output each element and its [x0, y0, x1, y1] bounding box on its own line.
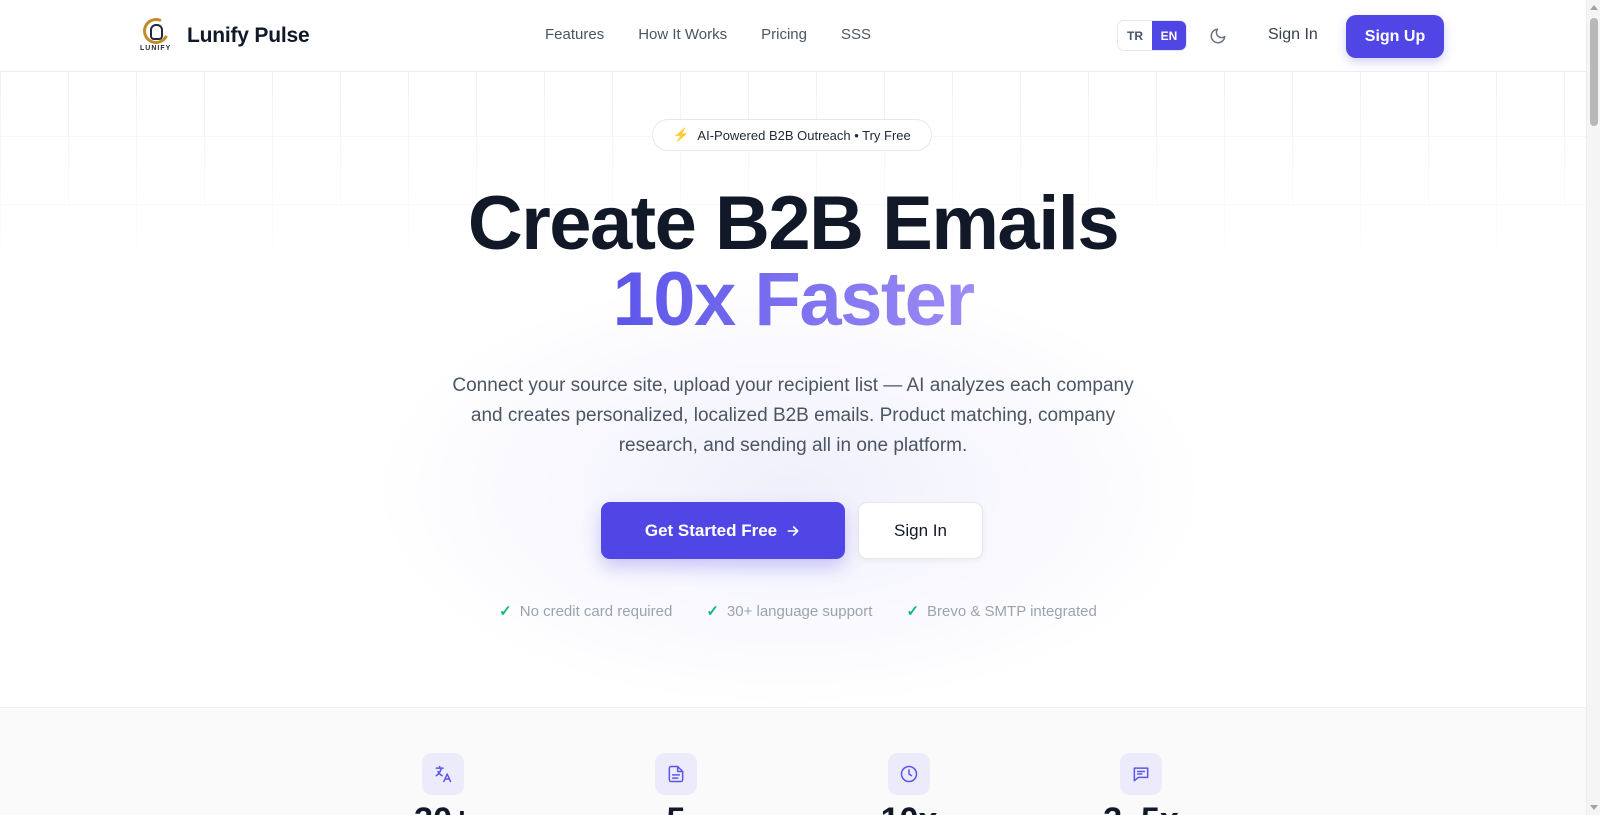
perk-label: No credit card required: [519, 602, 673, 620]
nav-pricing[interactable]: Pricing: [761, 26, 807, 43]
hero-sign-in-button[interactable]: Sign In: [858, 502, 983, 559]
hero-description: Connect your source site, upload your re…: [452, 375, 1134, 456]
hero-title-gradient-text: 10x Faster: [612, 257, 975, 342]
get-started-label: Get Started Free: [644, 520, 778, 540]
stat-value: 3–5x: [1103, 803, 1179, 815]
check-icon: ✓: [906, 603, 920, 620]
header-sign-up-button[interactable]: Sign Up: [1346, 15, 1444, 58]
hero-title-line1: Create B2B Emails: [467, 181, 1120, 266]
nav-features[interactable]: Features: [545, 26, 604, 43]
check-icon: ✓: [499, 603, 512, 620]
message-icon: [1120, 753, 1162, 795]
header-sign-in-link[interactable]: Sign In: [1268, 26, 1318, 44]
clock-icon: [888, 753, 930, 795]
hero-badge: ⚡ AI-Powered B2B Outreach • Try Free: [652, 119, 932, 151]
brand-logo-link[interactable]: LUNIFY Lunify Pulse: [139, 14, 310, 55]
moon-icon: [1210, 28, 1226, 44]
logo-wordmark: LUNIFY: [140, 45, 172, 52]
scroll-up-arrow-icon[interactable]: [1590, 5, 1598, 10]
check-icon: ✓: [706, 603, 719, 620]
hero-title-line2: 10x Faster: [0, 262, 1586, 338]
theme-toggle-button[interactable]: [1206, 24, 1230, 48]
stat-value: 30+: [414, 803, 472, 815]
stat-item: 10x: [879, 753, 939, 815]
get-started-button[interactable]: Get Started Free: [601, 502, 845, 559]
lang-tr-button[interactable]: TR: [1118, 21, 1152, 50]
language-switcher: TR EN: [1117, 20, 1187, 51]
page-scrollbar[interactable]: [1586, 0, 1600, 815]
lunify-logo-icon: LUNIFY: [139, 14, 174, 55]
brand-name: Lunify Pulse: [187, 24, 310, 47]
document-icon: [655, 753, 697, 795]
top-navbar: LUNIFY Lunify Pulse Features How It Work…: [0, 0, 1586, 72]
perk-item: ✓ No credit card required: [499, 602, 673, 621]
hero-badge-text: AI-Powered B2B Outreach • Try Free: [697, 127, 911, 143]
nav-faq[interactable]: SSS: [841, 26, 871, 43]
stat-item: 5: [646, 753, 706, 815]
nav-how-it-works[interactable]: How It Works: [638, 26, 727, 43]
perk-label: 30+ language support: [726, 602, 873, 620]
stat-value: 5: [667, 803, 686, 815]
lightning-icon: ⚡: [673, 127, 690, 142]
stat-value: 10x: [881, 803, 938, 815]
stat-item: 3–5x: [1103, 753, 1179, 815]
scrollbar-thumb[interactable]: [1590, 18, 1598, 126]
perk-item: ✓ Brevo & SMTP integrated: [906, 602, 1097, 621]
arrow-right-icon: [787, 525, 799, 536]
perk-label: Brevo & SMTP integrated: [927, 602, 1097, 620]
perk-item: ✓ 30+ language support: [706, 602, 873, 621]
stats-section: 30+ 5 10x 3–5x: [0, 707, 1586, 815]
stat-item: 30+: [413, 753, 473, 815]
main-nav: Features How It Works Pricing SSS: [545, 26, 871, 43]
translate-icon: [422, 753, 464, 795]
lang-en-button[interactable]: EN: [1152, 21, 1186, 50]
hero-perks: ✓ No credit card required ✓ 30+ language…: [0, 602, 1586, 621]
scroll-down-arrow-icon[interactable]: [1590, 805, 1598, 810]
